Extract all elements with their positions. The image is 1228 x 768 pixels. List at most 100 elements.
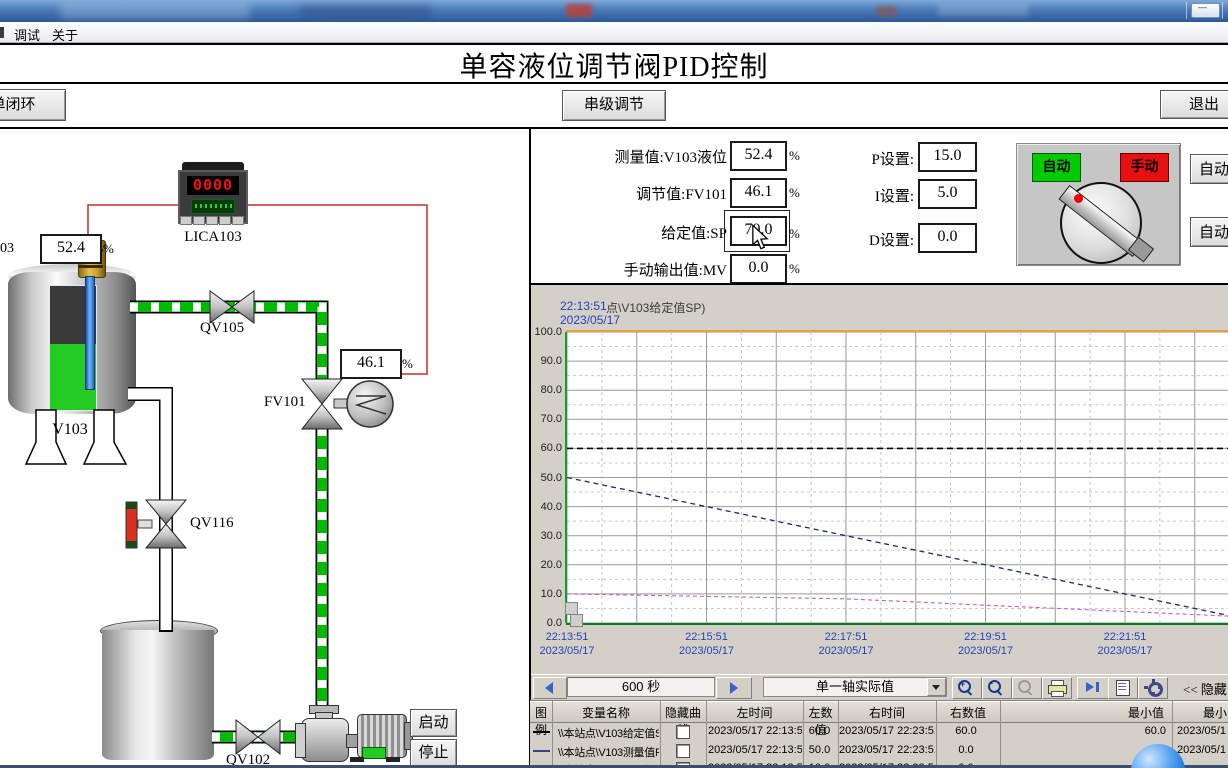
divider xyxy=(0,82,1228,84)
hide-curve-checkbox[interactable] xyxy=(676,725,690,739)
y-axis-label: 30.0 xyxy=(540,529,562,542)
trend-toolbar: 600 秒 单一轴实际值 + - << 隐藏 xyxy=(531,674,1228,700)
cascade-control-button[interactable]: 串级调节 xyxy=(562,90,666,121)
process-piping xyxy=(24,204,428,756)
minimize-button[interactable]: — xyxy=(1191,2,1220,18)
tank-level-unit: % xyxy=(103,241,114,256)
valve-qv105-label: QV105 xyxy=(200,320,245,336)
single-loop-button[interactable]: 单闭环 xyxy=(0,89,66,121)
y-axis-label: 80.0 xyxy=(540,384,562,397)
x-axis-date-label: 2023/05/17 xyxy=(1097,645,1153,657)
left-arrow-icon xyxy=(545,682,553,694)
i-setting-input[interactable]: 5.0 xyxy=(918,179,977,209)
y-axis-label: 50.0 xyxy=(540,471,562,484)
cell-left-time: 2023/05/17 22:13:51 xyxy=(708,744,802,756)
cell-right-time: 2023/05/17 22:23:51 xyxy=(839,744,935,756)
titlebar-blur-decoration xyxy=(300,4,430,17)
x-axis-time-label: 22:15:51 xyxy=(685,631,728,643)
interval-input[interactable]: 600 秒 xyxy=(567,677,715,697)
auto-button-2[interactable]: 自动 xyxy=(1190,217,1228,247)
report-button[interactable] xyxy=(1108,677,1138,699)
hide-curve-checkbox[interactable] xyxy=(676,744,690,758)
manual-output-input[interactable]: 0.0 xyxy=(730,254,787,284)
interval-value: 600 秒 xyxy=(621,679,661,694)
pause-resume-button[interactable] xyxy=(1077,677,1111,699)
stop-button[interactable]: 停止 xyxy=(410,739,457,767)
minimize-icon: — xyxy=(1198,2,1207,12)
valve-qv105[interactable] xyxy=(209,290,255,324)
pump-foot xyxy=(386,757,400,762)
auto-button-2-label: 自动 xyxy=(1199,225,1228,241)
cell-left-value: 50.0 xyxy=(808,744,831,756)
app-window: — 调试 关于 单容液位调节阀PID控制 单闭环 串级调节 退出 xyxy=(0,0,1228,768)
col-header-name: 变量名称 xyxy=(581,706,630,720)
valve-qv116[interactable] xyxy=(125,499,188,549)
scroll-right-button[interactable] xyxy=(716,677,752,699)
legend-line xyxy=(533,750,550,752)
zoom-reset-button-disabled xyxy=(1012,677,1042,699)
hide-panel-button[interactable]: << 隐藏 xyxy=(1183,679,1227,698)
titlebar-blur-decoration xyxy=(876,6,896,16)
cell-right-value: 60.0 xyxy=(955,725,977,737)
print-button[interactable] xyxy=(1042,677,1072,699)
start-button[interactable]: 启动 xyxy=(410,709,457,737)
y-axis-label: 20.0 xyxy=(540,558,562,571)
window-button-separator xyxy=(1186,2,1187,19)
valve-fv101[interactable] xyxy=(300,378,394,430)
trend-header-tag: 点\V103给定值SP) xyxy=(606,301,706,315)
scroll-left-button[interactable] xyxy=(533,677,567,699)
cell-right-value: 0.0 xyxy=(958,744,974,756)
zoom-out-button[interactable]: - xyxy=(982,677,1012,699)
measure-label: 测量值:V103液位 xyxy=(614,150,727,166)
axis-mode-value: 单一轴实际值 xyxy=(815,679,894,694)
valve-qv116-label: QV116 xyxy=(190,515,234,531)
auto-lamp-label: 自动 xyxy=(1042,160,1071,175)
variable-table: 图例 变量名称 隐藏曲线 左时间 左数值 右时间 右数值 最小值 最小 \\本站… xyxy=(530,700,1228,768)
sensor-dip-rod xyxy=(85,276,95,390)
zoom-in-button[interactable]: + xyxy=(952,677,982,699)
manual-lamp: 手动 xyxy=(1120,153,1169,182)
col-header-rvalue: 右数值 xyxy=(949,706,986,720)
x-axis-date-label: 2023/05/17 xyxy=(818,645,874,657)
auto-lamp: 自动 xyxy=(1032,153,1081,182)
table-row: \\本站点\V103测量值PV 2023/05/17 22:13:51 50.0… xyxy=(530,741,1228,760)
p-setting-input[interactable]: 15.0 xyxy=(918,142,977,172)
x-axis-time-label: 22:19:51 xyxy=(964,631,1007,643)
cell-variable-name: \\本站点\V103测量值PV xyxy=(558,747,659,759)
chevron-down-icon xyxy=(932,685,940,690)
fv101-value: 46.1 xyxy=(340,349,402,379)
menu-item-about[interactable]: 关于 xyxy=(52,25,78,44)
dropdown-arrow-button[interactable] xyxy=(927,678,946,696)
legend-line xyxy=(533,731,550,733)
y-axis-label: 40.0 xyxy=(540,500,562,513)
chart-drag-handle[interactable] xyxy=(570,614,583,627)
y-axis-label: 90.0 xyxy=(540,355,562,368)
i-setting-label: I设置: xyxy=(874,189,914,205)
settings-button[interactable] xyxy=(1138,677,1168,699)
valve-qv102[interactable] xyxy=(235,718,281,756)
x-axis-date-label: 2023/05/17 xyxy=(678,645,735,657)
y-axis-label: 0.0 xyxy=(546,617,562,629)
titlebar-blur-decoration xyxy=(566,4,592,17)
pump-inlet-flange xyxy=(295,723,306,758)
y-axis-label: 10.0 xyxy=(540,587,562,600)
cell-min-time: 2023/05/1 xyxy=(1177,744,1226,756)
manual-output-label: 手动输出值:MV xyxy=(623,263,727,279)
titlebar-blur-decoration xyxy=(60,2,250,19)
window-button-separator xyxy=(1222,2,1223,19)
menu-item-debug[interactable]: 调试 xyxy=(14,25,40,44)
y-axis-label: 70.0 xyxy=(540,413,562,426)
mouse-cursor xyxy=(752,224,769,250)
exit-button[interactable]: 退出 xyxy=(1160,90,1228,119)
auto-button-1[interactable]: 自动 xyxy=(1190,154,1228,184)
axis-mode-dropdown[interactable]: 单一轴实际值 xyxy=(763,677,947,697)
col-header-mintime: 最小 xyxy=(1203,706,1228,720)
menu-item-clipped[interactable] xyxy=(0,27,4,38)
cascade-control-button-label: 串级调节 xyxy=(583,97,644,113)
table-row: \\本站点\V103给定值SP 2023/05/17 22:13:51 60.0… xyxy=(530,722,1228,741)
auto-manual-panel: 自动 手动 xyxy=(1016,143,1181,266)
y-axis-label: 60.0 xyxy=(540,442,562,455)
d-setting-input[interactable]: 0.0 xyxy=(918,223,977,253)
adjust-value: 46.1 xyxy=(730,178,787,208)
controller-lower-display xyxy=(191,199,235,214)
